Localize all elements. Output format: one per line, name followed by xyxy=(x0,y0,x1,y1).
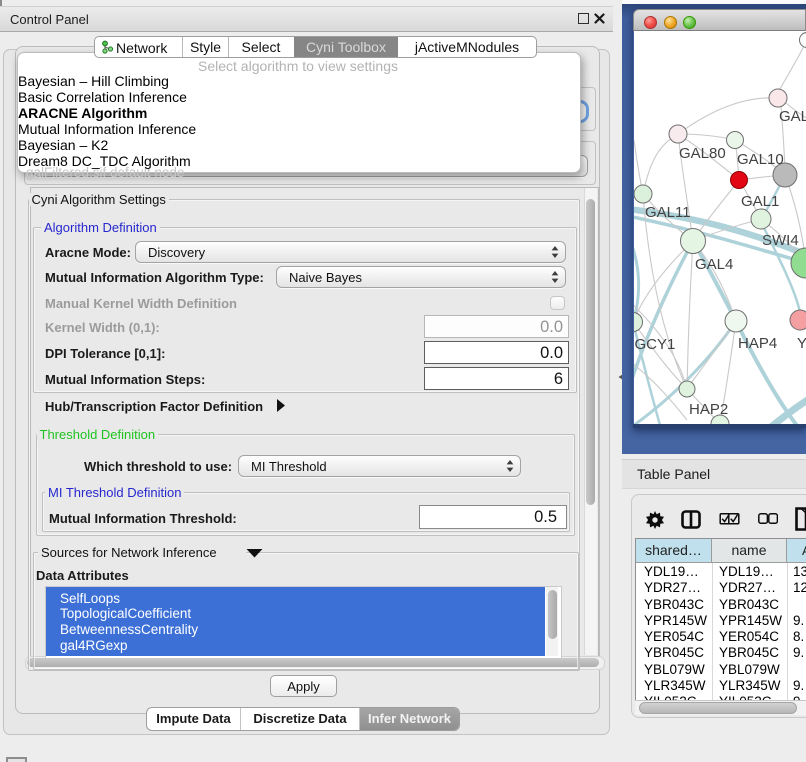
svg-text:GAL11: GAL11 xyxy=(645,204,691,221)
svg-text:GCY1: GCY1 xyxy=(635,336,676,353)
svg-text:GAL80: GAL80 xyxy=(679,145,726,162)
svg-text:YE: YE xyxy=(797,335,806,352)
svg-text:GAL1: GAL1 xyxy=(741,193,779,210)
svg-text:GAL10: GAL10 xyxy=(737,151,784,168)
svg-text:GAL2: GAL2 xyxy=(779,108,806,125)
svg-text:SWI4: SWI4 xyxy=(762,232,799,249)
svg-text:HAP4: HAP4 xyxy=(738,335,777,352)
svg-text:HAP2: HAP2 xyxy=(689,401,728,418)
svg-text:GAL4: GAL4 xyxy=(695,256,733,273)
